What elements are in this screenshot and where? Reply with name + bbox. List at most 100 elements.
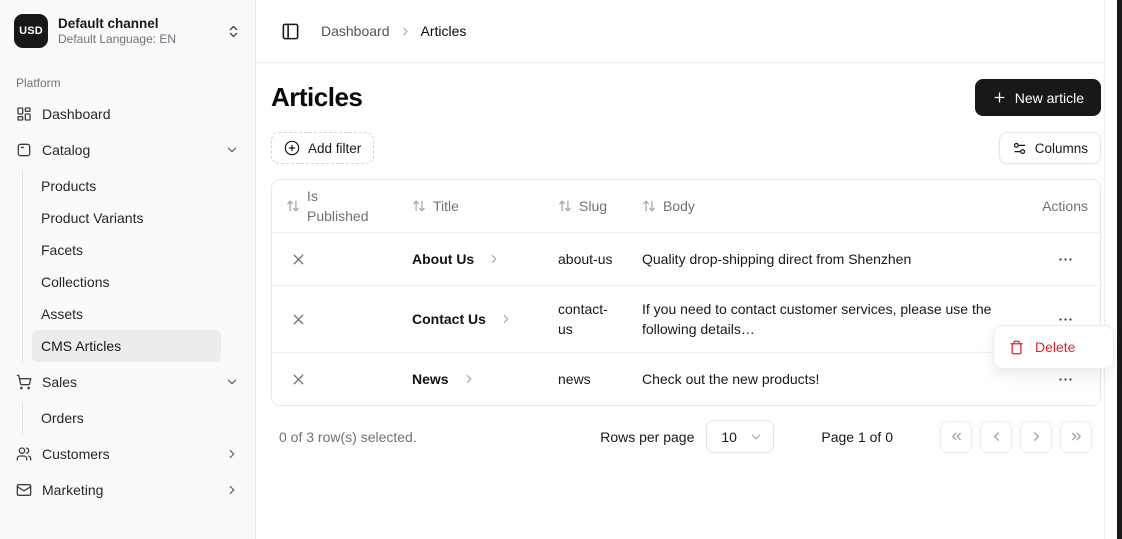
article-title: News [412,369,449,389]
chevron-right-icon [499,312,513,326]
sidebar-item-label: Catalog [42,142,90,158]
chevron-right-icon [225,447,239,461]
slug-cell: contact-us [548,286,632,352]
sidebar-item-collections[interactable]: Collections [32,266,221,298]
breadcrumb-dashboard[interactable]: Dashboard [321,23,390,39]
users-icon [16,446,32,462]
chevron-right-icon [462,372,476,386]
title-cell[interactable]: News [402,356,548,402]
channel-language: Default Language: EN [58,32,176,46]
sidebar-nav: Dashboard Catalog Products Product Varia… [8,98,247,506]
screen-edge-strip [1117,0,1122,539]
columns-button[interactable]: Columns [999,132,1101,164]
article-title: About Us [412,249,474,269]
chevron-right-icon [487,252,501,266]
sidebar-item-label: Orders [41,410,84,426]
chevron-down-icon [749,430,763,444]
sidebar-item-customers[interactable]: Customers [8,438,247,470]
column-header-actions: Actions [1008,190,1100,222]
sidebar-item-label: Collections [41,274,109,290]
add-filter-label: Add filter [308,141,361,156]
is-published-cell [272,358,402,401]
table-header-row: Is Published Title Slug [272,180,1100,232]
trash-icon [1009,340,1024,355]
catalog-sub-list: Products Product Variants Facets Collect… [22,170,247,362]
sidebar-item-product-variants[interactable]: Product Variants [32,202,221,234]
sidebar-item-label: Products [41,178,96,194]
row-actions-menu-button[interactable] [1050,366,1080,392]
selection-status: 0 of 3 row(s) selected. [271,429,417,445]
plus-icon [992,90,1007,105]
column-header-label: Body [663,196,695,216]
chevron-down-icon [225,143,239,157]
page-title: Articles [271,82,362,113]
sidebar: USD Default channel Default Language: EN… [0,0,256,539]
chevron-right-icon [225,483,239,497]
column-header-body[interactable]: Body [632,190,1008,222]
sidebar-item-orders[interactable]: Orders [32,402,221,434]
last-page-button[interactable] [1060,421,1092,453]
sidebar-item-marketing[interactable]: Marketing [8,474,247,506]
article-body: Quality drop-shipping direct from Shenzh… [642,249,911,269]
row-actions-menu-button[interactable] [1050,246,1080,272]
sidebar-item-facets[interactable]: Facets [32,234,221,266]
title-cell[interactable]: Contact Us [402,296,548,342]
sort-icon [558,199,572,213]
is-published-cell [272,298,402,341]
next-page-button[interactable] [1020,421,1052,453]
previous-page-button[interactable] [980,421,1012,453]
column-settings-icon [1012,141,1027,156]
breadcrumb-articles: Articles [421,23,467,39]
column-header-label: Actions [1042,196,1088,216]
slug-cell: about-us [548,236,632,282]
x-icon [290,311,307,328]
sidebar-item-label: CMS Articles [41,338,121,354]
rows-per-page-value: 10 [721,429,737,445]
column-header-label: Is Published [307,186,379,226]
sidebar-item-label: Customers [42,446,110,462]
shopping-cart-icon [16,374,32,390]
sidebar-item-sales[interactable]: Sales [8,366,247,398]
first-page-button[interactable] [940,421,972,453]
rows-per-page-select[interactable]: 10 [706,420,774,453]
app-window: USD Default channel Default Language: EN… [0,0,1117,539]
body-cell: If you need to contact customer services… [632,286,1008,352]
body-cell: Quality drop-shipping direct from Shenzh… [632,236,1008,282]
rows-per-page-label: Rows per page [600,429,694,445]
mail-icon [16,482,32,498]
is-published-cell [272,238,402,281]
row-context-menu: Delete [993,325,1114,369]
article-body: Check out the new products! [642,369,819,389]
main-pane: Dashboard Articles Articles New article [256,0,1105,539]
sidebar-item-cms-articles[interactable]: CMS Articles [32,330,221,362]
sidebar-item-assets[interactable]: Assets [32,298,221,330]
layout-grid-icon [16,106,32,122]
table-row[interactable]: About Us about-us Quality drop-shipping … [272,232,1100,285]
table-row[interactable]: News news Check out the new products! [272,352,1100,405]
sidebar-item-label: Facets [41,242,83,258]
channel-switcher[interactable]: USD Default channel Default Language: EN [8,10,247,52]
table-row[interactable]: Contact Us contact-us If you need to con… [272,285,1100,352]
x-icon [290,371,307,388]
channel-name: Default channel [58,16,176,31]
column-header-title[interactable]: Title [402,190,548,222]
actions-cell [1008,233,1100,285]
add-filter-button[interactable]: Add filter [271,132,374,164]
delete-menu-label: Delete [1035,339,1075,355]
column-header-label: Slug [579,196,607,216]
sidebar-toggle-icon[interactable] [281,22,300,41]
sidebar-item-products[interactable]: Products [32,170,221,202]
channel-avatar: USD [14,14,48,48]
sidebar-item-catalog[interactable]: Catalog [8,134,247,166]
breadcrumb: Dashboard Articles [321,23,466,39]
column-header-is-published[interactable]: Is Published [272,180,402,232]
sidebar-section-label: Platform [16,76,239,90]
title-cell[interactable]: About Us [402,236,548,282]
sidebar-item-dashboard[interactable]: Dashboard [8,98,247,130]
delete-menu-item[interactable]: Delete [1000,331,1107,363]
sort-icon [642,199,656,213]
page-content: Articles New article Add filter [256,63,1104,539]
column-header-slug[interactable]: Slug [548,190,632,222]
new-article-button[interactable]: New article [975,79,1101,116]
right-gutter [1105,0,1117,539]
